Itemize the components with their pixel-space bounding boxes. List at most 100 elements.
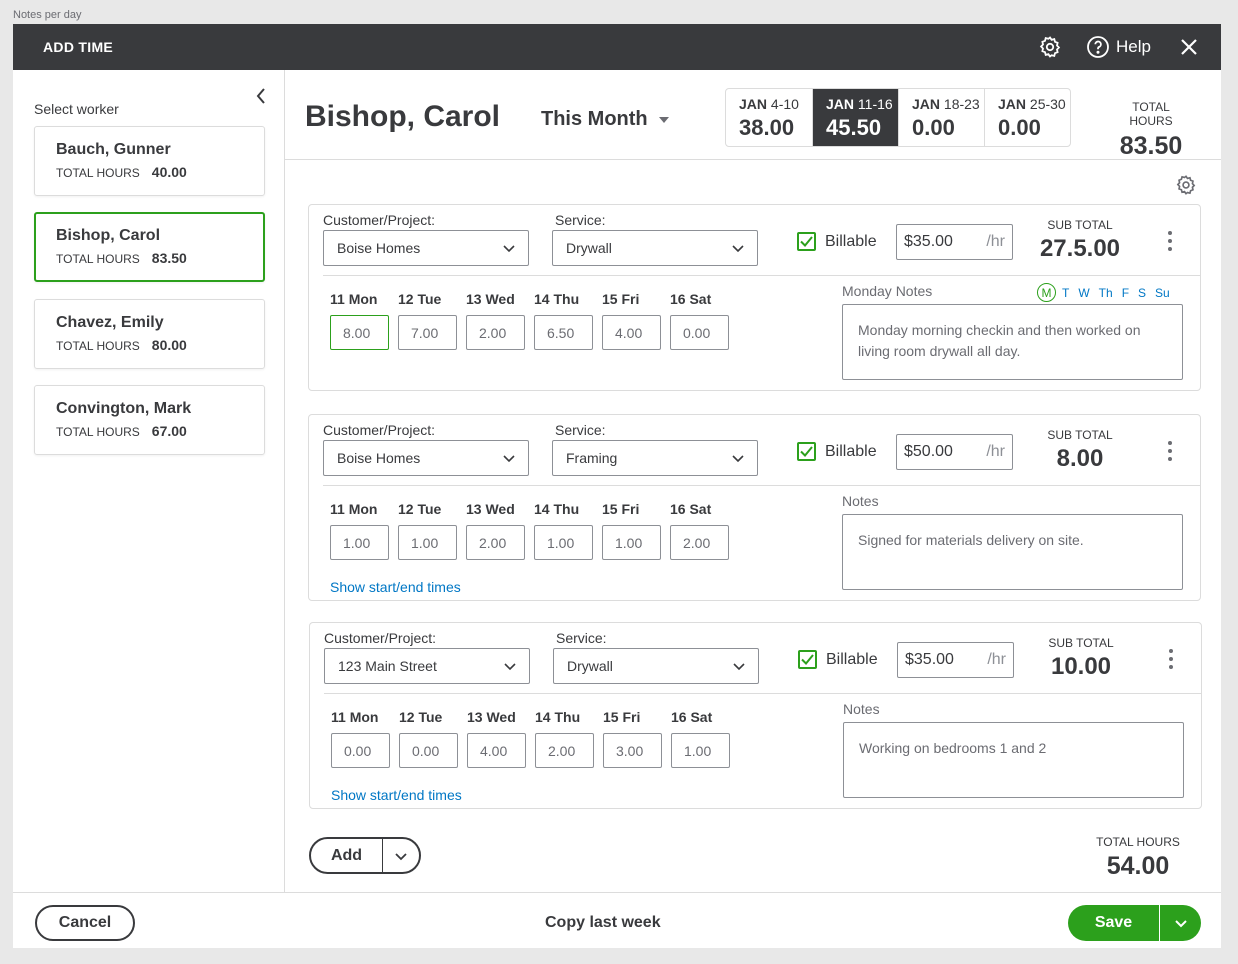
- table-settings-gear-icon[interactable]: [1175, 174, 1197, 196]
- service-label: Service:: [556, 630, 607, 646]
- time-entry-card: Customer/Project: 123 Main Street Servic…: [309, 622, 1202, 809]
- customer-select[interactable]: Boise Homes: [323, 440, 529, 476]
- hours-input-tue[interactable]: 7.00: [398, 315, 457, 350]
- hours-input-thu[interactable]: 2.00: [535, 733, 594, 768]
- week-tab[interactable]: JAN 18-23 0.00: [898, 89, 984, 146]
- hours-input-mon[interactable]: 8.00: [330, 315, 389, 350]
- worker-name: Convington, Mark: [56, 400, 192, 417]
- check-icon: [797, 232, 816, 251]
- day-toggle-sat[interactable]: S: [1138, 286, 1146, 300]
- close-icon[interactable]: [1177, 35, 1201, 59]
- hours-input-wed[interactable]: 4.00: [467, 733, 526, 768]
- service-label: Service:: [555, 212, 606, 228]
- show-start-end-times-link[interactable]: Show start/end times: [330, 579, 461, 595]
- hours-input-fri[interactable]: 3.00: [603, 733, 662, 768]
- service-select[interactable]: Framing: [552, 440, 758, 476]
- day-toggle-wed[interactable]: W: [1078, 286, 1089, 300]
- rate-input[interactable]: $35.00/hr: [897, 642, 1014, 678]
- rate-input[interactable]: $50.00/hr: [896, 434, 1013, 470]
- save-split-button: Save: [1068, 905, 1201, 941]
- save-menu-chevron-icon[interactable]: [1160, 905, 1201, 941]
- hours-input-sat[interactable]: 0.00: [670, 315, 729, 350]
- check-icon: [797, 442, 816, 461]
- day-label: 15 Fri: [602, 501, 640, 517]
- day-toggle-mon[interactable]: M: [1037, 283, 1056, 302]
- chevron-down-icon: [732, 245, 744, 253]
- hours-input-tue[interactable]: 0.00: [399, 733, 458, 768]
- chevron-down-icon: [503, 455, 515, 463]
- week-tab-selected[interactable]: JAN 11-16 45.50: [812, 89, 898, 146]
- customer-select[interactable]: Boise Homes: [323, 230, 529, 266]
- hours-input-sat[interactable]: 1.00: [671, 733, 730, 768]
- hours-input-fri[interactable]: 4.00: [602, 315, 661, 350]
- chevron-down-icon: [732, 455, 744, 463]
- day-notes-picker: M T W Th F S Su: [1037, 283, 1170, 302]
- notes-textarea[interactable]: Working on bedrooms 1 and 2: [843, 722, 1184, 798]
- subtotal: SUB TOTAL 8.00: [1047, 428, 1113, 472]
- hours-input-fri[interactable]: 1.00: [602, 525, 661, 560]
- worker-card-chavez[interactable]: Chavez, Emily TOTAL HOURS 80.00: [34, 299, 265, 369]
- modal-footer: Cancel Copy last week Save: [13, 892, 1221, 948]
- rate-input[interactable]: $35.00/hr: [896, 224, 1013, 260]
- hours-input-wed[interactable]: 2.00: [466, 525, 525, 560]
- check-icon: [798, 650, 817, 669]
- day-toggle-sun[interactable]: Su: [1155, 286, 1170, 300]
- service-select[interactable]: Drywall: [552, 230, 758, 266]
- customer-label: Customer/Project:: [323, 422, 436, 438]
- day-label: 11 Mon: [330, 501, 378, 517]
- time-entry-card: Customer/Project: Boise Homes Service: D…: [308, 204, 1201, 391]
- notes-textarea[interactable]: Monday morning checkin and then worked o…: [842, 304, 1183, 380]
- more-options-icon[interactable]: [1163, 441, 1177, 461]
- service-select[interactable]: Drywall: [553, 648, 759, 684]
- save-button[interactable]: Save: [1068, 905, 1160, 941]
- day-toggle-thu[interactable]: Th: [1099, 286, 1113, 300]
- worker-total: TOTAL HOURS 67.00: [56, 423, 187, 439]
- week-selector: JAN 4-10 38.00 JAN 11-16 45.50 JAN 18-23…: [725, 88, 1071, 147]
- hours-input-sat[interactable]: 2.00: [670, 525, 729, 560]
- hours-input-mon[interactable]: 1.00: [330, 525, 389, 560]
- chevron-down-icon: [733, 663, 745, 671]
- notes-label: Notes: [842, 493, 879, 509]
- caret-down-icon: [658, 116, 669, 123]
- notes-label: Monday Notes: [842, 283, 933, 299]
- billable-checkbox[interactable]: Billable: [797, 232, 877, 251]
- add-menu-chevron-icon[interactable]: [383, 849, 419, 863]
- hours-input-thu[interactable]: 6.50: [534, 315, 593, 350]
- hours-input-thu[interactable]: 1.00: [534, 525, 593, 560]
- day-toggle-fri[interactable]: F: [1122, 286, 1129, 300]
- more-options-icon[interactable]: [1163, 231, 1177, 251]
- week-tab[interactable]: JAN 4-10 38.00: [726, 89, 812, 146]
- copy-last-week-button[interactable]: Copy last week: [545, 914, 661, 932]
- help-button[interactable]: Help: [1086, 35, 1151, 59]
- day-label: 16 Sat: [671, 709, 713, 725]
- day-toggle-tue[interactable]: T: [1062, 286, 1069, 300]
- hours-input-mon[interactable]: 0.00: [331, 733, 390, 768]
- notes-label: Notes: [843, 701, 880, 717]
- billable-checkbox[interactable]: Billable: [797, 442, 877, 461]
- date-range-dropdown[interactable]: This Month: [541, 108, 670, 131]
- more-options-icon[interactable]: [1164, 649, 1178, 669]
- worker-title: Bishop, Carol: [305, 100, 501, 133]
- billable-checkbox[interactable]: Billable: [798, 650, 878, 669]
- timesheet-main: Bishop, Carol This Month JAN 4-10 38.00 …: [285, 70, 1221, 892]
- week-tab[interactable]: JAN 25-30 0.00: [984, 89, 1070, 146]
- hours-input-wed[interactable]: 2.00: [466, 315, 525, 350]
- collapse-sidebar-icon[interactable]: [251, 85, 271, 107]
- add-button[interactable]: Add: [311, 839, 383, 872]
- month-total: TOTAL HOURS 83.50: [1119, 100, 1183, 160]
- day-label: 16 Sat: [670, 291, 712, 307]
- day-label: 13 Wed: [466, 501, 515, 517]
- cancel-button[interactable]: Cancel: [35, 905, 135, 941]
- notes-textarea[interactable]: Signed for materials delivery on site.: [842, 514, 1183, 590]
- worker-name: Bauch, Gunner: [56, 141, 171, 158]
- worker-card-bishop[interactable]: Bishop, Carol TOTAL HOURS 83.50: [34, 212, 265, 282]
- settings-gear-icon[interactable]: [1038, 35, 1062, 59]
- hours-input-tue[interactable]: 1.00: [398, 525, 457, 560]
- show-start-end-times-link[interactable]: Show start/end times: [331, 787, 462, 803]
- worker-card-convington[interactable]: Convington, Mark TOTAL HOURS 67.00: [34, 385, 265, 455]
- day-label: 12 Tue: [399, 709, 443, 725]
- worker-total: TOTAL HOURS 80.00: [56, 337, 187, 353]
- day-label: 14 Thu: [535, 709, 581, 725]
- worker-card-bauch[interactable]: Bauch, Gunner TOTAL HOURS 40.00: [34, 126, 265, 196]
- customer-select[interactable]: 123 Main Street: [324, 648, 530, 684]
